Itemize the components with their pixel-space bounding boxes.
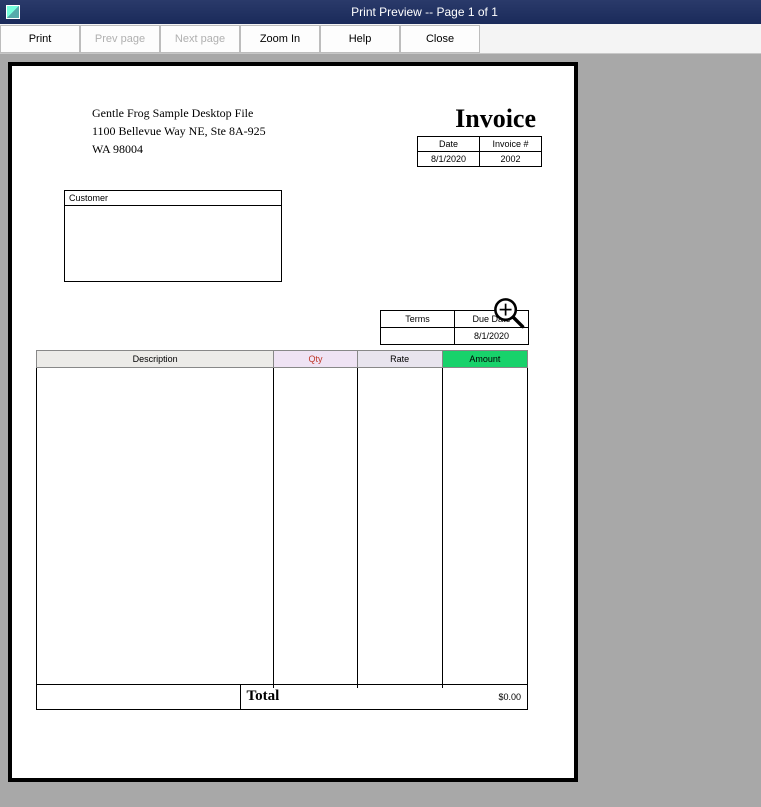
company-name: Gentle Frog Sample Desktop File — [92, 104, 266, 122]
meta-number-value: 2002 — [480, 152, 542, 167]
total-spacer — [37, 685, 241, 709]
prev-page-button: Prev page — [80, 25, 160, 53]
customer-label: Customer — [65, 191, 281, 206]
col-rate: Rate — [357, 351, 442, 368]
terms-label: Terms — [381, 311, 455, 328]
col-amount: Amount — [442, 351, 527, 368]
table-row — [37, 368, 528, 688]
preview-workspace: Gentle Frog Sample Desktop File 1100 Bel… — [0, 54, 761, 807]
company-address-2: WA 98004 — [92, 140, 266, 158]
col-description: Description — [37, 351, 274, 368]
line-items-table: Description Qty Rate Amount — [36, 350, 528, 688]
toolbar: Print Prev page Next page Zoom In Help C… — [0, 24, 761, 54]
page-frame[interactable]: Gentle Frog Sample Desktop File 1100 Bel… — [8, 62, 578, 782]
total-row: Total $0.00 — [36, 684, 528, 710]
invoice-meta-table: Date Invoice # 8/1/2020 2002 — [417, 136, 542, 167]
meta-date-label: Date — [418, 137, 480, 152]
col-qty: Qty — [274, 351, 357, 368]
zoom-in-button[interactable]: Zoom In — [240, 25, 320, 53]
terms-value — [381, 328, 455, 345]
due-date-label: Due Date — [455, 311, 529, 328]
close-button[interactable]: Close — [400, 25, 480, 53]
print-button[interactable]: Print — [0, 25, 80, 53]
invoice-title: Invoice — [455, 104, 536, 134]
company-block: Gentle Frog Sample Desktop File 1100 Bel… — [92, 104, 266, 158]
due-date-value: 8/1/2020 — [455, 328, 529, 345]
total-label: Total — [241, 685, 456, 709]
total-value: $0.00 — [455, 685, 527, 709]
system-menu-icon[interactable] — [6, 5, 20, 19]
customer-box: Customer — [64, 190, 282, 282]
title-bar: Print Preview -- Page 1 of 1 — [0, 0, 761, 24]
company-address-1: 1100 Bellevue Way NE, Ste 8A-925 — [92, 122, 266, 140]
meta-number-label: Invoice # — [480, 137, 542, 152]
invoice-page: Gentle Frog Sample Desktop File 1100 Bel… — [12, 66, 574, 778]
terms-due-table: Terms Due Date 8/1/2020 — [380, 310, 529, 345]
window-title: Print Preview -- Page 1 of 1 — [351, 5, 498, 19]
next-page-button: Next page — [160, 25, 240, 53]
help-button[interactable]: Help — [320, 25, 400, 53]
meta-date-value: 8/1/2020 — [418, 152, 480, 167]
